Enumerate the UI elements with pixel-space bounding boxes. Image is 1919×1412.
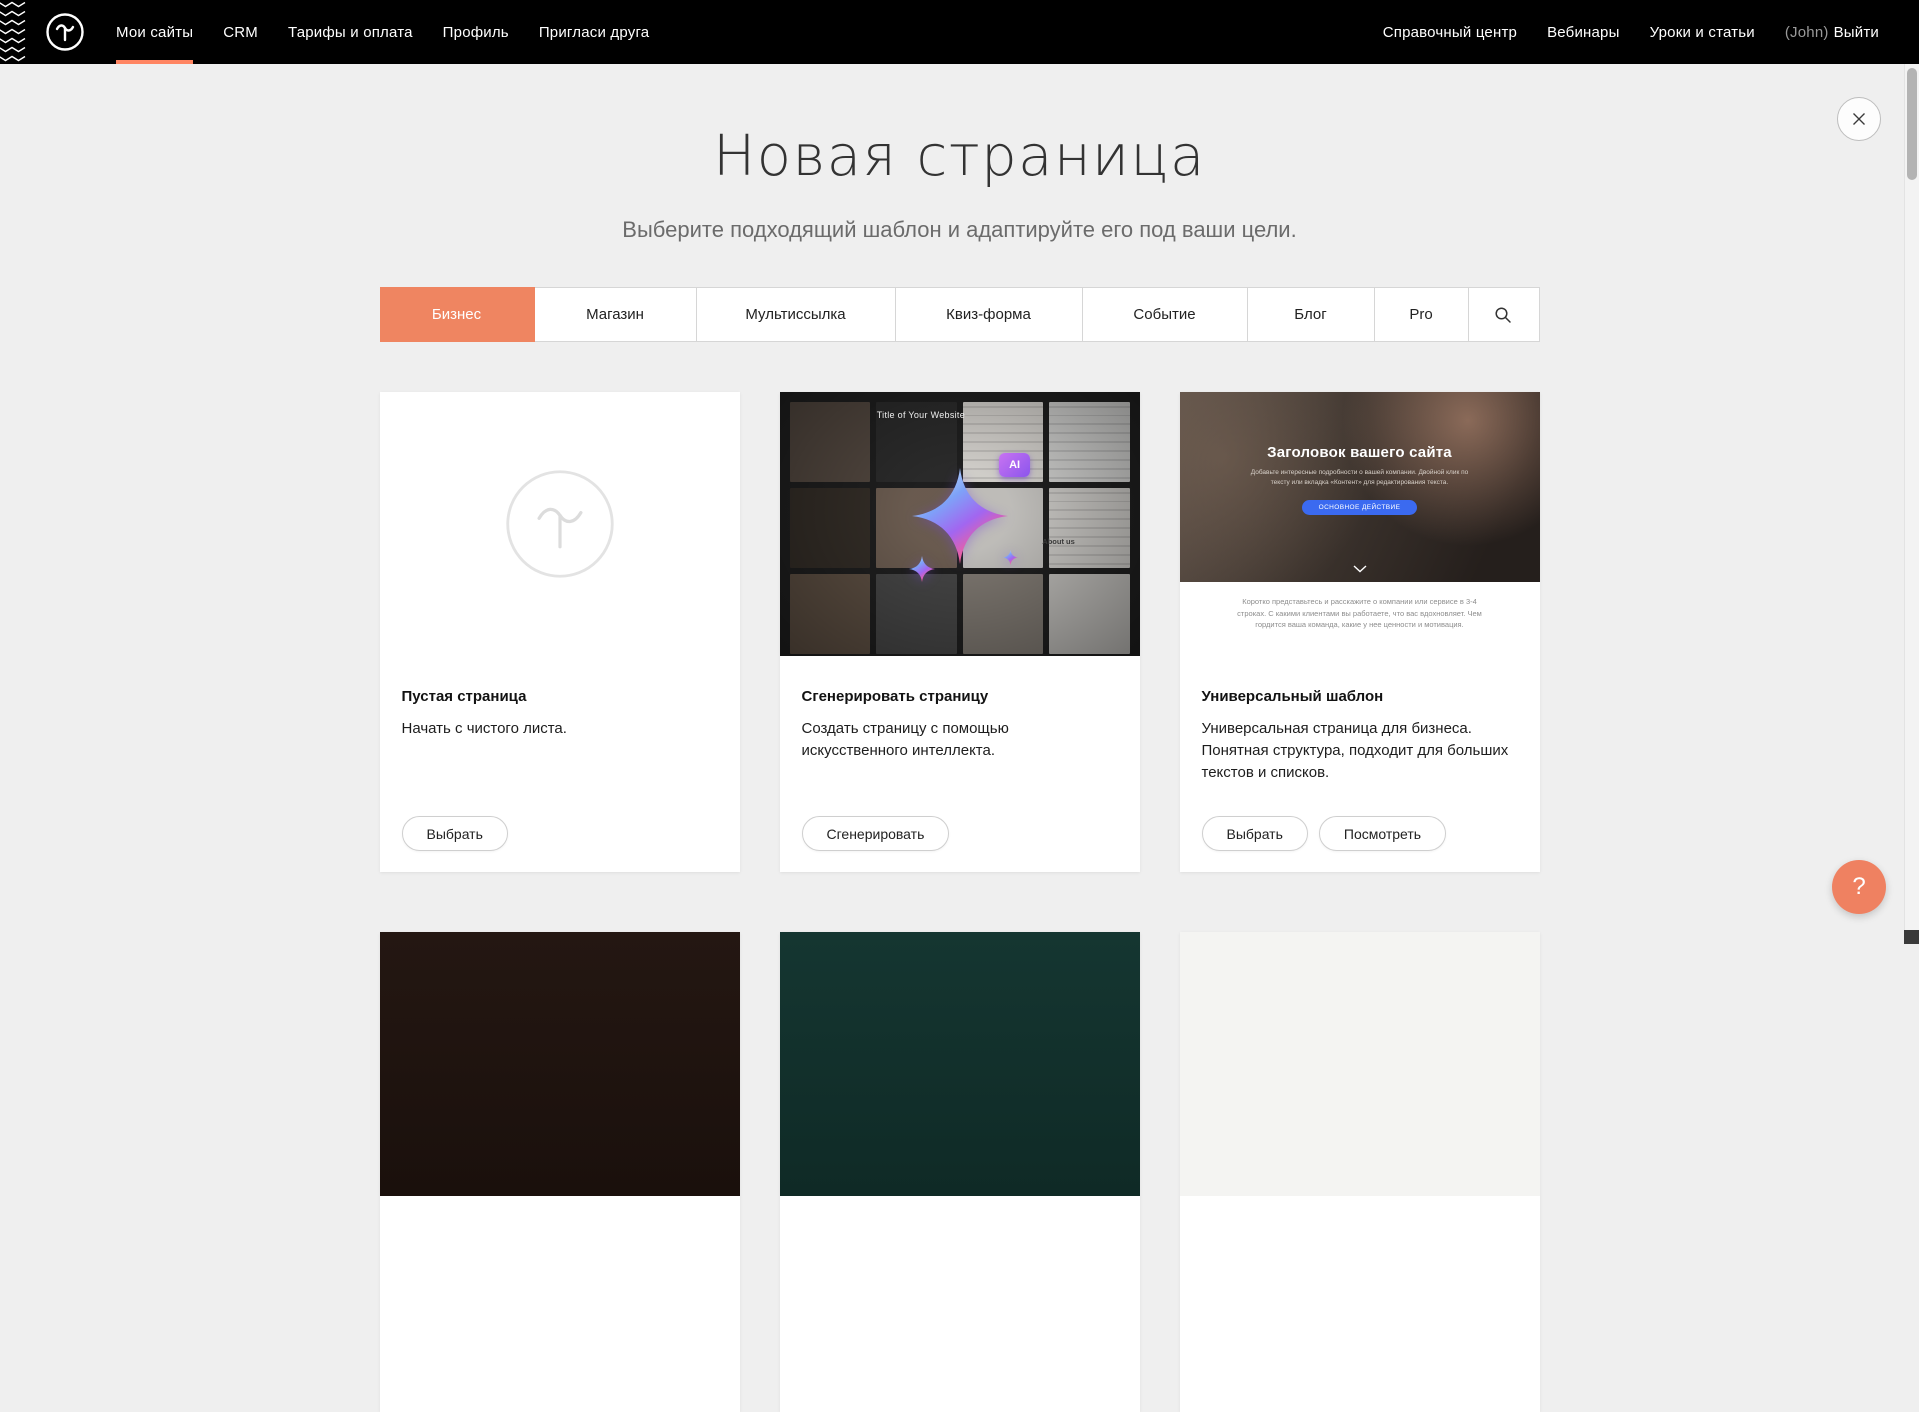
template-category-tabs: Бизнес Магазин Мультиссылка Квиз-форма С… <box>380 287 1540 342</box>
scrollbar-corner <box>1904 930 1919 944</box>
nav-invite-friend[interactable]: Пригласи друга <box>539 0 650 64</box>
search-icon <box>1494 306 1512 324</box>
ai-sparkle-tiny-icon <box>1003 550 1018 565</box>
nav-lessons[interactable]: Уроки и статьи <box>1650 24 1755 41</box>
tab-blog[interactable]: Блог <box>1248 288 1375 341</box>
ai-sparkle-small-icon <box>909 556 935 582</box>
template-thumbnail <box>780 932 1140 1196</box>
card-description: Создать страницу с помощью искусственног… <box>802 718 1118 762</box>
hero-cta-button: Основное действие <box>1302 500 1418 515</box>
nav-profile[interactable]: Профиль <box>443 0 509 64</box>
logout-label: Выйти <box>1834 24 1879 41</box>
template-hero-preview: Заголовок вашего сайта Добавьте интересн… <box>1180 392 1540 582</box>
template-card-grid: Пустая страница Начать с чистого листа. … <box>380 392 1540 1412</box>
card-ai-generate: Title of Your Website About us <box>780 392 1140 872</box>
card-description: Начать с чистого листа. <box>402 718 718 740</box>
collage-title-text: Title of Your Website <box>877 410 965 420</box>
tab-pro[interactable]: Pro <box>1375 288 1469 341</box>
ai-sparkle-icon <box>912 468 1008 564</box>
nav-help-center[interactable]: Справочный центр <box>1383 24 1517 41</box>
template-card-partial-2[interactable] <box>780 932 1140 1412</box>
card-body: Сгенерировать страницу Создать страницу … <box>780 656 1140 872</box>
ai-badge: AI <box>999 453 1030 477</box>
tab-multilink[interactable]: Мультиссылка <box>697 288 896 341</box>
collage-about-text: About us <box>1042 537 1075 546</box>
new-page-modal: Новая страница Выберите подходящий шабло… <box>380 124 1540 1412</box>
hero-heading: Заголовок вашего сайта <box>1267 444 1452 461</box>
card-body: Пустая страница Начать с чистого листа. … <box>380 656 740 872</box>
help-button[interactable]: ? <box>1832 860 1886 914</box>
nav-tariffs[interactable]: Тарифы и оплата <box>288 0 413 64</box>
tab-search[interactable] <box>1469 288 1538 341</box>
template-thumbnail <box>380 932 740 1196</box>
scrollbar[interactable] <box>1904 64 1919 944</box>
tab-business[interactable]: Бизнес <box>380 287 535 342</box>
card-blank-page: Пустая страница Начать с чистого листа. … <box>380 392 740 872</box>
nav-logout[interactable]: (John) Выйти <box>1785 24 1879 41</box>
template-body-text: Коротко представьтесь и расскажите о ком… <box>1234 596 1486 656</box>
close-icon <box>1851 111 1867 127</box>
nav-webinars[interactable]: Вебинары <box>1547 24 1620 41</box>
choose-blank-button[interactable]: Выбрать <box>402 816 508 851</box>
zigzag-pattern-decoration <box>0 0 26 64</box>
nav-crm[interactable]: CRM <box>223 0 258 64</box>
card-description: Универсальная страница для бизнеса. Поня… <box>1202 718 1518 783</box>
scrollbar-thumb[interactable] <box>1907 68 1917 180</box>
page-title: Новая страница <box>380 124 1540 189</box>
tab-event[interactable]: Событие <box>1083 288 1248 341</box>
template-body-preview: Коротко представьтесь и расскажите о ком… <box>1180 582 1540 656</box>
tab-shop[interactable]: Магазин <box>535 288 697 341</box>
template-thumbnail <box>1180 932 1540 1196</box>
nav-my-sites[interactable]: Мои сайты <box>116 0 193 64</box>
close-button[interactable] <box>1837 97 1881 141</box>
tab-quiz-form[interactable]: Квиз-форма <box>896 288 1083 341</box>
ai-generate-preview: Title of Your Website About us <box>780 392 1140 656</box>
card-body: Универсальный шаблон Универсальная стран… <box>1180 656 1540 872</box>
card-universal-template: Заголовок вашего сайта Добавьте интересн… <box>1180 392 1540 872</box>
card-title: Сгенерировать страницу <box>802 688 1118 705</box>
generate-button[interactable]: Сгенерировать <box>802 816 950 851</box>
navbar-left-menu: Мои сайты CRM Тарифы и оплата Профиль Пр… <box>116 0 649 64</box>
navbar-right-menu: Справочный центр Вебинары Уроки и статьи… <box>1383 0 1879 64</box>
user-name: (John) <box>1785 24 1829 41</box>
card-title: Универсальный шаблон <box>1202 688 1518 705</box>
card-title: Пустая страница <box>402 688 718 705</box>
template-card-partial-3[interactable] <box>1180 932 1540 1412</box>
preview-template-button[interactable]: Посмотреть <box>1319 816 1446 851</box>
hero-subtext: Добавьте интересные подробности о вашей … <box>1242 468 1478 488</box>
top-navbar: Мои сайты CRM Тарифы и оплата Профиль Пр… <box>0 0 1919 64</box>
template-card-partial-1[interactable] <box>380 932 740 1412</box>
chevron-down-icon <box>1353 565 1367 573</box>
page-subtitle: Выберите подходящий шаблон и адаптируйте… <box>380 217 1540 243</box>
tilda-watermark-icon <box>503 467 617 581</box>
blank-page-preview <box>380 392 740 656</box>
tilda-logo-icon[interactable] <box>44 11 86 53</box>
choose-template-button[interactable]: Выбрать <box>1202 816 1308 851</box>
universal-template-preview: Заголовок вашего сайта Добавьте интересн… <box>1180 392 1540 656</box>
